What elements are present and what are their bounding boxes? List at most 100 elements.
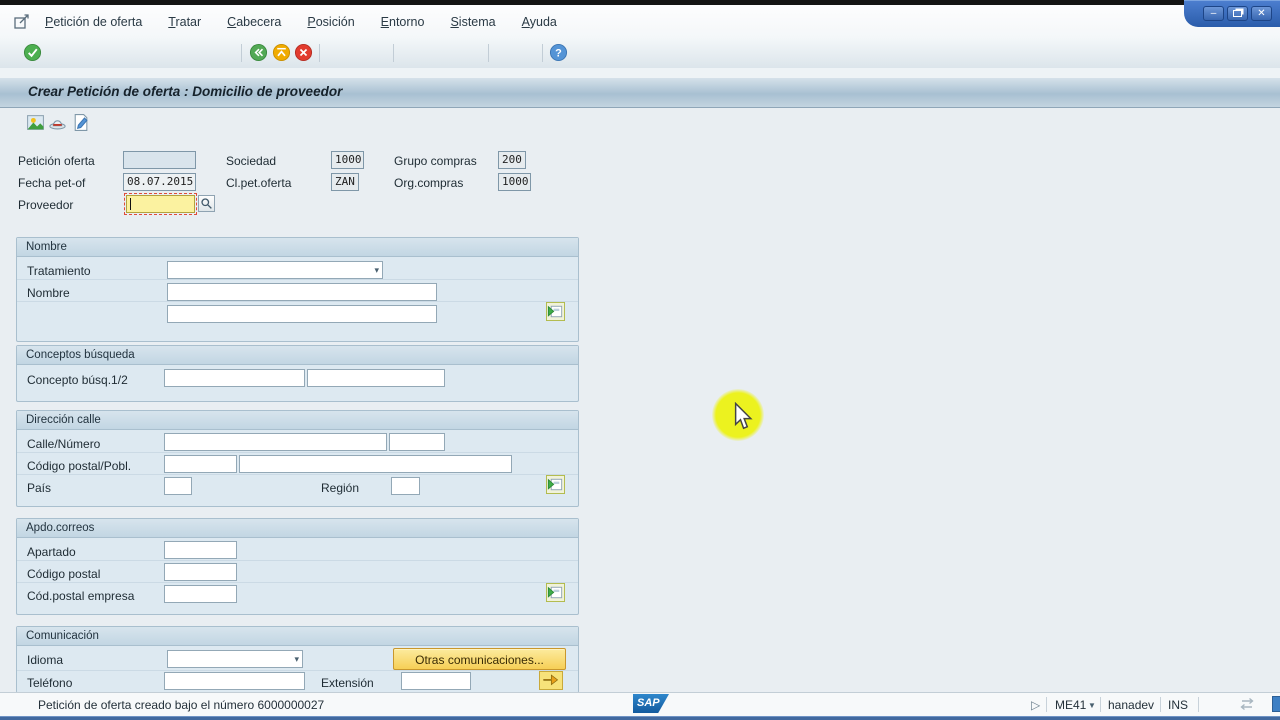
codigo-postal-input[interactable] — [164, 455, 237, 473]
row-divider — [17, 279, 578, 280]
menu-tratar[interactable]: Tratar — [165, 13, 204, 31]
group-direccion-title: Dirección calle — [17, 411, 578, 430]
menu-cabecera[interactable]: Cabecera — [224, 13, 284, 31]
region-input[interactable] — [391, 477, 420, 495]
group-comunicacion: Comunicación Idioma ▾ Otras comunicacion… — [16, 626, 579, 693]
menu-bar: Petición de oferta Tratar Cabecera Posic… — [0, 5, 1280, 38]
fecha-pet-of-field[interactable]: 08.07.2015 — [123, 173, 196, 191]
more-fields-icon[interactable] — [546, 583, 565, 602]
menu-entorno[interactable]: Entorno — [378, 13, 428, 31]
status-expand-icon[interactable]: ▷ — [1031, 698, 1040, 712]
row-divider — [17, 301, 578, 302]
proveedor-label: Proveedor — [18, 198, 74, 212]
transaction-code[interactable]: ME41 — [1055, 698, 1086, 712]
cl-pet-oferta-label: Cl.pet.oferta — [226, 176, 292, 190]
apartado-label: Apartado — [27, 545, 76, 559]
codigo-postal-apdo-input[interactable] — [164, 563, 237, 581]
address-overview-icon[interactable] — [539, 671, 563, 690]
telefono-input[interactable] — [164, 672, 305, 690]
close-button[interactable]: ✕ — [1251, 6, 1272, 21]
window-controls: – ✕ — [1184, 0, 1280, 27]
peticion-oferta-field[interactable] — [123, 151, 196, 169]
proveedor-field[interactable] — [124, 193, 197, 215]
status-separator — [1100, 697, 1101, 712]
extension-label: Extensión — [321, 676, 374, 690]
standard-toolbar: ▾ « — [0, 38, 1280, 102]
minimize-button[interactable]: – — [1203, 6, 1224, 21]
peticion-oferta-label: Petición oferta — [18, 154, 95, 168]
toolbar-separator — [488, 44, 489, 62]
menu-items: Petición de oferta Tratar Cabecera Posic… — [42, 5, 560, 38]
row-divider — [17, 452, 578, 453]
more-fields-icon[interactable] — [546, 302, 565, 321]
fecha-pet-of-label: Fecha pet-of — [18, 176, 86, 190]
menu-ayuda[interactable]: Ayuda — [519, 13, 560, 31]
system-name: hanadev — [1108, 698, 1155, 712]
toolbar-separator — [393, 44, 394, 62]
screen-title-bar: Crear Petición de oferta : Domicilio de … — [0, 78, 1280, 108]
concepto-busq-label: Concepto búsq.1/2 — [27, 373, 128, 387]
exit-icon[interactable] — [272, 43, 291, 62]
menu-peticion-de-oferta[interactable]: Petición de oferta — [42, 13, 145, 31]
mouse-cursor-icon — [733, 401, 753, 435]
group-apdo-title: Apdo.correos — [17, 519, 578, 538]
idioma-dropdown[interactable]: ▾ — [167, 650, 303, 668]
proveedor-search-help-button[interactable] — [198, 195, 215, 212]
enter-button[interactable] — [23, 43, 42, 62]
poblacion-input[interactable] — [239, 455, 512, 473]
concepto-busq1-input[interactable] — [164, 369, 305, 387]
grupo-compras-field[interactable]: 200 — [498, 151, 526, 169]
codigo-postal-apdo-label: Código postal — [27, 567, 101, 581]
help-icon[interactable]: ? — [549, 43, 568, 62]
clipped-tray-icon — [1272, 696, 1280, 712]
extension-input[interactable] — [401, 672, 471, 690]
preview-picture-icon[interactable] — [26, 113, 45, 132]
group-nombre: Nombre Tratamiento ▾ Nombre — [16, 237, 579, 342]
transaction-caret-icon[interactable]: ▼ — [1088, 701, 1096, 710]
gui-session-icon[interactable] — [12, 12, 32, 32]
row-divider — [17, 582, 578, 583]
cod-postal-empresa-input[interactable] — [164, 585, 237, 603]
sap-gui-window: Petición de oferta Tratar Cabecera Posic… — [0, 0, 1280, 720]
svg-text:?: ? — [555, 47, 562, 59]
telefono-label: Teléfono — [27, 676, 73, 690]
calle-input[interactable] — [164, 433, 387, 451]
sociedad-field[interactable]: 1000 — [331, 151, 364, 169]
otras-comunicaciones-button[interactable]: Otras comunicaciones... — [393, 648, 566, 670]
nombre-input[interactable] — [167, 283, 437, 301]
international-versions-hat-icon[interactable] — [48, 113, 67, 132]
numero-input[interactable] — [389, 433, 445, 451]
calle-numero-label: Calle/Número — [27, 437, 101, 451]
more-fields-icon[interactable] — [546, 475, 565, 494]
tratamiento-dropdown[interactable]: ▾ — [167, 261, 383, 279]
restore-button[interactable] — [1227, 6, 1248, 21]
restore-icon — [1233, 10, 1242, 17]
toolbar-separator — [241, 44, 242, 62]
menu-posicion[interactable]: Posición — [304, 13, 357, 31]
pais-label: País — [27, 481, 52, 495]
row-divider — [17, 560, 578, 561]
back-icon[interactable] — [249, 43, 268, 62]
cod-postal-empresa-label: Cód.postal empresa — [27, 589, 135, 603]
menu-sistema[interactable]: Sistema — [447, 13, 498, 31]
org-compras-label: Org.compras — [394, 176, 464, 190]
org-compras-field[interactable]: 1000 — [498, 173, 531, 191]
group-apdo-correos: Apdo.correos Apartado Código postal Cód.… — [16, 518, 579, 615]
chevron-down-icon: ▾ — [294, 654, 299, 664]
sociedad-label: Sociedad — [226, 154, 277, 168]
group-direccion-calle: Dirección calle Calle/Número Código post… — [16, 410, 579, 507]
tratamiento-label: Tratamiento — [27, 264, 91, 278]
toolbar-separator — [542, 44, 543, 62]
group-comunicacion-title: Comunicación — [17, 627, 578, 646]
cl-pet-oferta-field[interactable]: ZAN — [331, 173, 359, 191]
edit-document-icon[interactable] — [71, 113, 90, 132]
row-divider — [17, 474, 578, 475]
row-divider — [17, 670, 578, 671]
apartado-input[interactable] — [164, 541, 237, 559]
status-message: Petición de oferta creado bajo el número… — [38, 698, 325, 712]
pais-input[interactable] — [164, 477, 192, 495]
cancel-icon[interactable] — [294, 43, 313, 62]
search-icon — [201, 198, 212, 209]
concepto-busq2-input[interactable] — [307, 369, 445, 387]
nombre2-input[interactable] — [167, 305, 437, 323]
